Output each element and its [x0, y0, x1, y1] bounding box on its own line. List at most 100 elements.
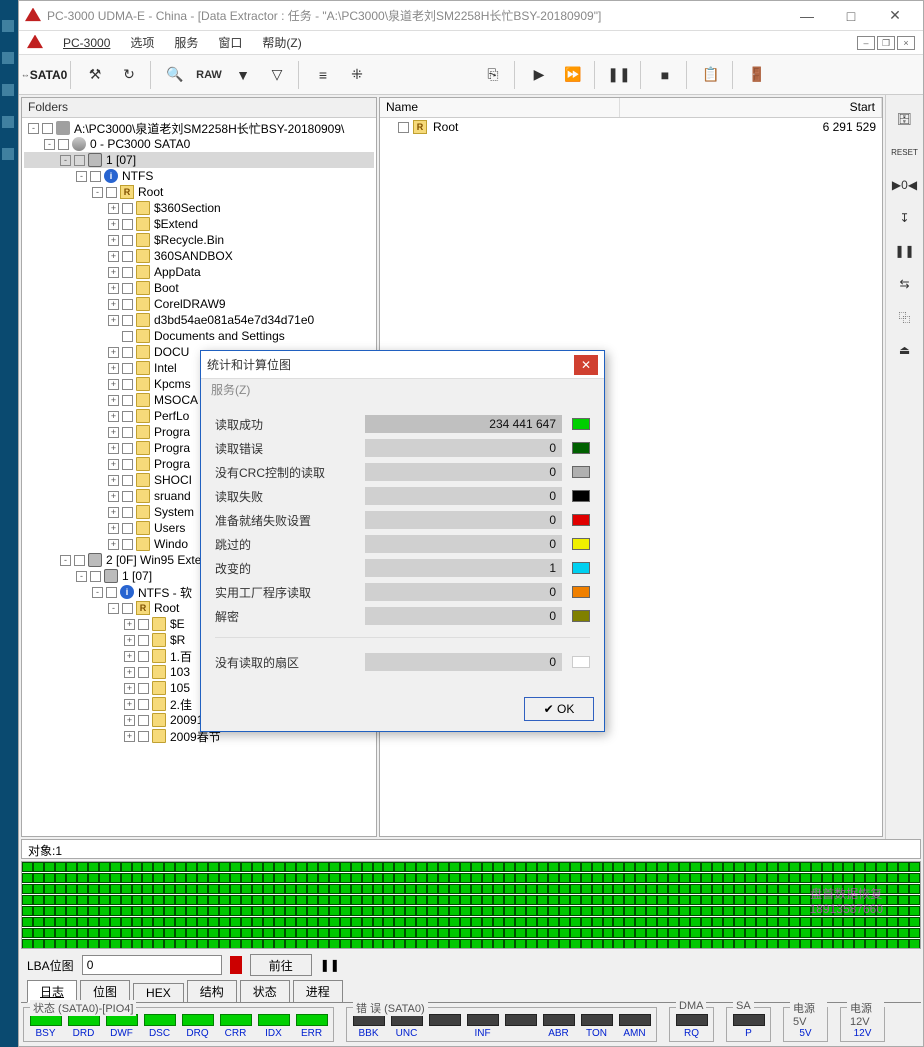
tree-item[interactable]: -A:\PC3000\泉道老刘SM2258H长忙BSY-20180909\: [24, 120, 374, 136]
tree-expander[interactable]: +: [108, 475, 119, 486]
tree-checkbox[interactable]: [122, 283, 133, 294]
lba-pause-icon[interactable]: ❚❚: [320, 958, 340, 972]
tree-expander[interactable]: -: [60, 555, 71, 566]
tree-checkbox[interactable]: [74, 155, 85, 166]
mdi-restore-button[interactable]: ❐: [877, 36, 895, 50]
tool-sliders1-icon[interactable]: ≡: [307, 59, 339, 91]
stop-button[interactable]: ■: [649, 59, 681, 91]
tree-checkbox[interactable]: [122, 443, 133, 454]
tree-checkbox[interactable]: [122, 331, 133, 342]
tree-checkbox[interactable]: [122, 347, 133, 358]
tree-item[interactable]: -iNTFS: [24, 168, 374, 184]
tree-expander[interactable]: -: [76, 571, 87, 582]
tab-struct[interactable]: 结构: [187, 980, 237, 1003]
tree-expander[interactable]: +: [124, 667, 135, 678]
tree-expander[interactable]: +: [108, 203, 119, 214]
menu-help[interactable]: 帮助(Z): [252, 32, 311, 53]
tool-clipboard-icon[interactable]: 📋: [695, 59, 727, 91]
play-button[interactable]: ▶: [523, 59, 555, 91]
raw-button[interactable]: RAW: [193, 59, 225, 91]
rtool-eject-icon[interactable]: ⏏: [890, 335, 920, 365]
tree-checkbox[interactable]: [122, 395, 133, 406]
col-name[interactable]: Name: [380, 98, 620, 117]
tree-expander[interactable]: +: [108, 443, 119, 454]
tree-expander[interactable]: +: [108, 299, 119, 310]
tree-checkbox[interactable]: [122, 427, 133, 438]
tree-checkbox[interactable]: [106, 587, 117, 598]
tree-checkbox[interactable]: [138, 715, 149, 726]
tree-expander[interactable]: +: [108, 411, 119, 422]
tree-checkbox[interactable]: [122, 267, 133, 278]
tree-expander[interactable]: +: [108, 219, 119, 230]
tree-expander[interactable]: -: [76, 171, 87, 182]
lba-input[interactable]: [82, 955, 222, 975]
tool-filter1-icon[interactable]: ▼: [227, 59, 259, 91]
tree-checkbox[interactable]: [122, 235, 133, 246]
tree-item[interactable]: Documents and Settings: [24, 328, 374, 344]
tree-item[interactable]: +CorelDRAW9: [24, 296, 374, 312]
menu-options[interactable]: 选项: [120, 32, 164, 53]
tree-expander[interactable]: +: [108, 539, 119, 550]
tree-expander[interactable]: +: [124, 699, 135, 710]
tree-expander[interactable]: -: [44, 139, 55, 150]
tree-checkbox[interactable]: [122, 523, 133, 534]
tree-checkbox[interactable]: [58, 139, 69, 150]
tool-filter2-icon[interactable]: ▽: [261, 59, 293, 91]
tree-checkbox[interactable]: [138, 635, 149, 646]
tree-item[interactable]: +$360Section: [24, 200, 374, 216]
tree-checkbox[interactable]: [106, 187, 117, 198]
tree-checkbox[interactable]: [138, 619, 149, 630]
tab-state[interactable]: 状态: [240, 980, 290, 1003]
tree-expander[interactable]: +: [124, 619, 135, 630]
tree-checkbox[interactable]: [74, 555, 85, 566]
dialog-close-button[interactable]: ✕: [574, 355, 598, 375]
tree-checkbox[interactable]: [138, 683, 149, 694]
rtool-disk-icon[interactable]: 🗄: [890, 104, 920, 134]
rtool-link-icon[interactable]: ⇆: [890, 269, 920, 299]
fast-forward-button[interactable]: ⏩: [557, 59, 589, 91]
tree-item[interactable]: -0 - PC3000 SATA0: [24, 136, 374, 152]
sata0-button[interactable]: ⇔SATA0: [23, 59, 65, 91]
tree-checkbox[interactable]: [122, 491, 133, 502]
tree-checkbox[interactable]: [122, 379, 133, 390]
tree-checkbox[interactable]: [122, 603, 133, 614]
rtool-pause-icon[interactable]: ❚❚: [890, 236, 920, 266]
tree-expander[interactable]: -: [92, 187, 103, 198]
mdi-min-button[interactable]: –: [857, 36, 875, 50]
goto-button[interactable]: 前往: [250, 954, 312, 976]
tool-export-icon[interactable]: ⎘: [477, 59, 509, 91]
menu-service[interactable]: 服务: [164, 32, 208, 53]
tool-hammer-icon[interactable]: ⚒: [79, 59, 111, 91]
tree-checkbox[interactable]: [122, 459, 133, 470]
tree-expander[interactable]: +: [108, 347, 119, 358]
tree-checkbox[interactable]: [122, 299, 133, 310]
tree-checkbox[interactable]: [138, 667, 149, 678]
tree-checkbox[interactable]: [122, 203, 133, 214]
tree-item[interactable]: -1 [07]: [24, 152, 374, 168]
rtool-reset-button[interactable]: RESET: [890, 137, 920, 167]
tool-binoculars-icon[interactable]: 🔍: [159, 59, 191, 91]
col-start[interactable]: Start: [620, 98, 882, 117]
tree-checkbox[interactable]: [122, 411, 133, 422]
tool-refresh-icon[interactable]: ↻: [113, 59, 145, 91]
rtool-pin-icon[interactable]: ↧: [890, 203, 920, 233]
tree-expander[interactable]: +: [108, 235, 119, 246]
tree-checkbox[interactable]: [138, 731, 149, 742]
dialog-menu-service[interactable]: 服务(Z): [201, 379, 604, 401]
close-button[interactable]: ✕: [873, 3, 917, 29]
maximize-button[interactable]: □: [829, 3, 873, 29]
tree-item[interactable]: +Boot: [24, 280, 374, 296]
tree-expander[interactable]: +: [108, 283, 119, 294]
tree-checkbox[interactable]: [122, 475, 133, 486]
dialog-ok-button[interactable]: ✔ OK: [524, 697, 594, 721]
tree-expander[interactable]: +: [124, 731, 135, 742]
tree-expander[interactable]: +: [108, 267, 119, 278]
tree-expander[interactable]: +: [108, 459, 119, 470]
tree-item[interactable]: +$Recycle.Bin: [24, 232, 374, 248]
tree-expander[interactable]: +: [124, 715, 135, 726]
minimize-button[interactable]: —: [785, 3, 829, 29]
tree-expander[interactable]: +: [108, 491, 119, 502]
tree-checkbox[interactable]: [122, 507, 133, 518]
tool-exit-icon[interactable]: 🚪: [741, 59, 773, 91]
tree-checkbox[interactable]: [122, 219, 133, 230]
